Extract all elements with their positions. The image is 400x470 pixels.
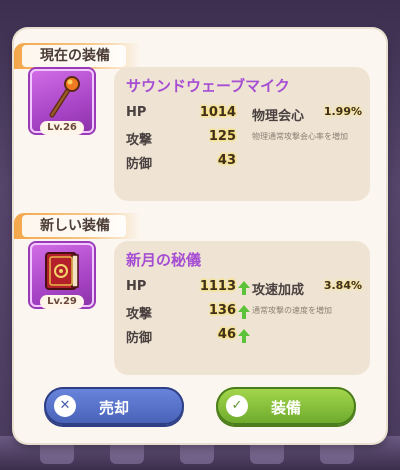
current-equipment-label: 現在の装備 bbox=[14, 43, 140, 69]
stat-row-attack: 攻撃 125 bbox=[126, 129, 236, 148]
new-item-card: 新月の秘儀 HP 1113 攻速加成 3.84% 通常攻撃の速度を増加 攻撃 1… bbox=[114, 241, 370, 375]
red-book-icon bbox=[45, 252, 79, 290]
effect-name: 攻速加成 bbox=[252, 283, 305, 298]
stat-up-arrow-icon bbox=[238, 329, 250, 343]
equip-button[interactable]: ✓ 装備 bbox=[216, 387, 356, 425]
item-level: Lv.29 bbox=[40, 295, 84, 309]
stat-row-defense: 防御 46 bbox=[126, 327, 362, 349]
sell-button[interactable]: ✕ 売却 bbox=[44, 387, 184, 425]
item-name: 新月の秘儀 bbox=[126, 251, 202, 269]
current-item-card: サウンドウェーブマイク HP 1014 物理会心 1.99% 物理通常攻撃会心率… bbox=[114, 67, 370, 201]
equipment-compare-dialog: 現在の装備 Lv.26 サウンドウェーブマイク HP 1014 物理会心 1.9… bbox=[14, 29, 386, 443]
item-level: Lv.26 bbox=[40, 121, 84, 135]
effect-name: 物理会心 bbox=[252, 109, 305, 124]
stat-row-hp: HP 1113 攻速加成 3.84% bbox=[126, 279, 362, 298]
stat-row-defense: 防御 43 bbox=[126, 153, 236, 172]
stat-up-arrow-icon bbox=[238, 305, 250, 319]
microphone-staff-icon bbox=[49, 76, 80, 118]
stat-up-arrow-icon bbox=[238, 281, 250, 295]
effect-value: 1.99% bbox=[323, 105, 362, 118]
stat-row-hp: HP 1014 物理会心 1.99% bbox=[126, 105, 362, 124]
effect-value: 3.84% bbox=[323, 279, 362, 292]
stat-row-attack: 攻撃 136 bbox=[126, 303, 362, 325]
new-item-slot[interactable]: Lv.29 bbox=[30, 243, 94, 309]
current-item-slot[interactable]: Lv.26 bbox=[30, 69, 94, 135]
new-equipment-label: 新しい装備 bbox=[14, 213, 140, 239]
item-name: サウンドウェーブマイク bbox=[126, 77, 290, 95]
